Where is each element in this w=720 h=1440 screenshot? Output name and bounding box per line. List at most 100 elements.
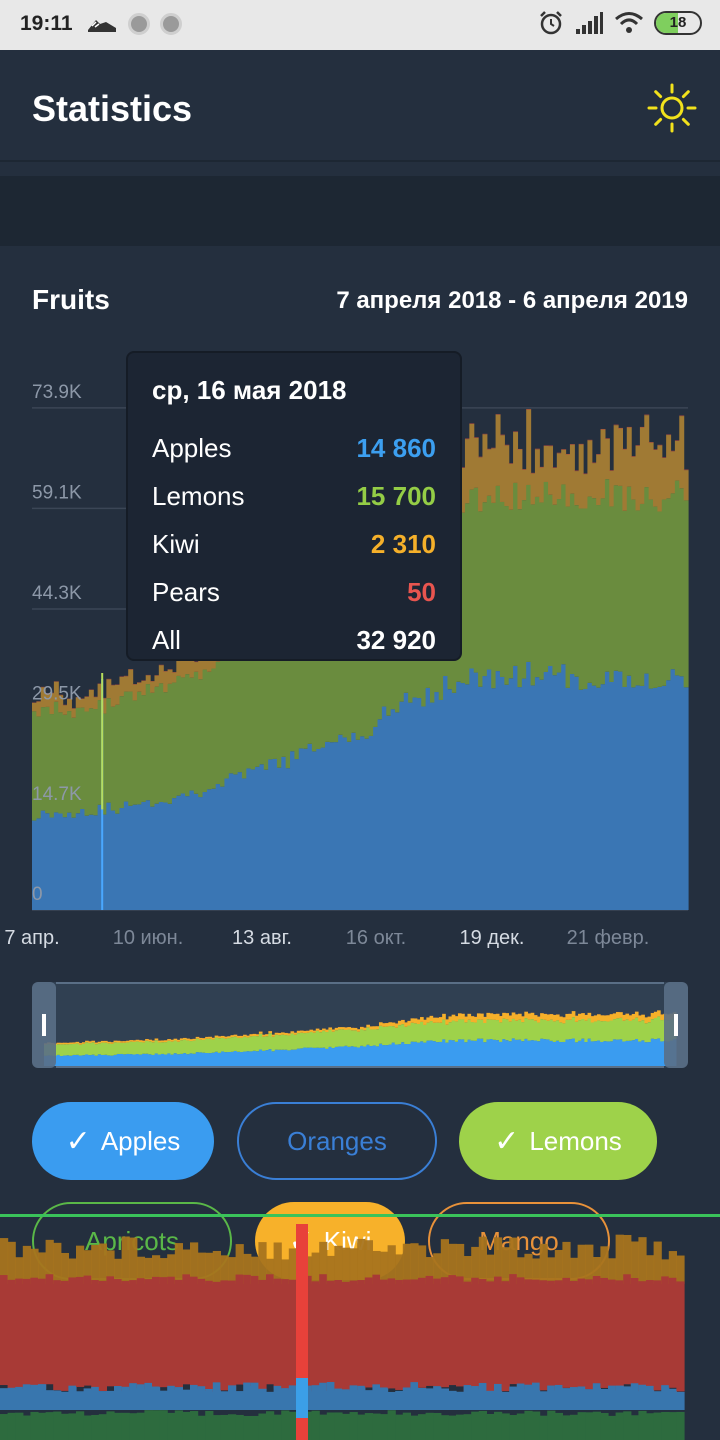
- overlay-bar-segment: [296, 1279, 305, 1390]
- preview-bar-segment: [483, 1042, 487, 1066]
- bar-segment-apples: [583, 688, 589, 910]
- preview-bar-segment: [615, 1018, 620, 1040]
- overlay-bar-segment: [30, 1411, 39, 1440]
- preview-bar-segment: [154, 1038, 159, 1041]
- preview-bar-segment: [135, 1041, 140, 1055]
- overlay-bar-segment: [425, 1388, 434, 1410]
- overlay-bar-segment: [45, 1412, 54, 1440]
- overlay-bar-segment: [562, 1388, 571, 1410]
- preview-bar-segment: [407, 1020, 412, 1026]
- bar-segment-pears: [587, 439, 593, 441]
- preview-bar-segment: [271, 1036, 276, 1052]
- handle-grip: [42, 1014, 46, 1036]
- chip-lemons[interactable]: ✓ Lemons: [459, 1102, 657, 1180]
- bar-segment-pears: [482, 433, 488, 435]
- bar-segment-apples: [626, 675, 632, 910]
- preview-bar-segment: [650, 1013, 655, 1020]
- bar-segment-kiwi: [622, 449, 628, 511]
- preview-bar-segment: [189, 1039, 194, 1042]
- preview-bar-segment: [413, 1041, 418, 1066]
- overlay-bar-segment: [159, 1410, 168, 1440]
- bar-segment-apples: [543, 671, 549, 910]
- overlay-bar-segment: [478, 1410, 487, 1440]
- bar-segment-lemons: [206, 671, 212, 790]
- bar-segment-kiwi: [499, 435, 505, 502]
- check-icon: ✓: [494, 1124, 520, 1158]
- bar-segment-apples: [556, 672, 562, 910]
- chip-oranges[interactable]: Oranges: [237, 1102, 437, 1180]
- bar-segment-apples: [250, 769, 256, 910]
- preview-bar-segment: [476, 1013, 481, 1020]
- bar-segment-kiwi: [661, 457, 667, 500]
- preview-bar-segment: [167, 1053, 171, 1066]
- bar-segment-kiwi: [679, 416, 685, 489]
- bar-segment-pears: [578, 443, 584, 445]
- preview-bar-segment: [603, 1021, 607, 1042]
- preview-bar-segment: [486, 1039, 491, 1066]
- bar-segment-lemons: [115, 704, 121, 814]
- bar-segment-lemons: [233, 647, 239, 775]
- preview-bar-segment: [540, 1019, 544, 1039]
- bar-segment-lemons: [653, 506, 658, 688]
- overlay-bar-segment: [402, 1279, 411, 1390]
- overlay-bar-segment: [349, 1385, 358, 1410]
- overlay-bar-segment: [592, 1383, 601, 1410]
- bar-segment-lemons: [176, 675, 182, 796]
- overlay-bar-segment: [22, 1415, 31, 1440]
- preview-bar-segment: [584, 1014, 589, 1021]
- preview-bar-segment: [518, 1019, 522, 1040]
- bar-segment-pears: [499, 434, 505, 436]
- bar-segment-apples: [600, 684, 606, 910]
- preview-bar-segment: [454, 1041, 459, 1066]
- bar-segment-lemons: [583, 508, 589, 689]
- preview-bar-segment: [401, 1042, 405, 1066]
- overlay-bar-segment: [22, 1278, 31, 1389]
- overlay-bar-segment: [433, 1412, 442, 1440]
- bar-segment-pears: [534, 448, 540, 450]
- chip-pears[interactable]: ✓ Pears: [32, 1302, 200, 1380]
- preview-bar-segment: [631, 1019, 636, 1041]
- bar-segment-apples: [390, 709, 396, 910]
- preview-bar-segment: [59, 1056, 64, 1066]
- bar-segment-lemons: [215, 661, 221, 785]
- preview-bar-segment: [549, 1040, 554, 1066]
- preview-bar-segment: [337, 1029, 342, 1047]
- bar-segment-apples: [185, 796, 191, 910]
- sun-icon[interactable]: [646, 82, 698, 134]
- bar-segment-apples: [145, 800, 151, 910]
- preview-bar-segment: [290, 1031, 295, 1034]
- preview-bar-segment: [486, 1012, 491, 1020]
- preview-bar-segment: [366, 1024, 370, 1028]
- preview-bar-segment: [486, 1019, 491, 1040]
- preview-bar-segment: [164, 1040, 168, 1043]
- overlay-bar-segment: [676, 1281, 685, 1392]
- preview-bar-segment: [606, 1041, 611, 1066]
- overlay-bar-segment: [281, 1410, 290, 1440]
- bar-segment-apples: [49, 817, 55, 910]
- preview-bar-segment: [347, 1029, 352, 1047]
- bar-segment-kiwi: [486, 449, 492, 496]
- overlay-bar-segment: [577, 1386, 586, 1410]
- y-tick-label: 29.5K: [32, 684, 82, 705]
- handle-grip: [674, 1014, 678, 1036]
- overlay-bar-segment: [440, 1388, 449, 1410]
- bar-segment-apples: [491, 688, 497, 910]
- chip-apples[interactable]: ✓ Apples: [32, 1102, 214, 1180]
- bar-segment-kiwi: [106, 679, 112, 699]
- preview-bar-segment: [489, 1013, 494, 1020]
- preview-bar-segment: [173, 1040, 178, 1054]
- preview-bar-segment: [615, 1012, 620, 1019]
- overlay-bar-segment: [174, 1410, 183, 1440]
- range-selector[interactable]: [32, 982, 688, 1068]
- overlay-bar-segment: [38, 1412, 47, 1440]
- overlay-bar-segment: [638, 1237, 647, 1284]
- preview-bar-segment: [227, 1038, 231, 1053]
- preview-bar-segment: [303, 1030, 307, 1034]
- bar-segment-apples: [338, 734, 344, 910]
- preview-bar-segment: [224, 1052, 228, 1066]
- preview-bar-segment: [353, 1030, 358, 1047]
- chip-label: Kiwi: [323, 1225, 372, 1256]
- notification-dot-icon: [160, 13, 182, 35]
- overlay-bar-segment: [440, 1277, 449, 1388]
- bar-segment-apples: [447, 689, 453, 910]
